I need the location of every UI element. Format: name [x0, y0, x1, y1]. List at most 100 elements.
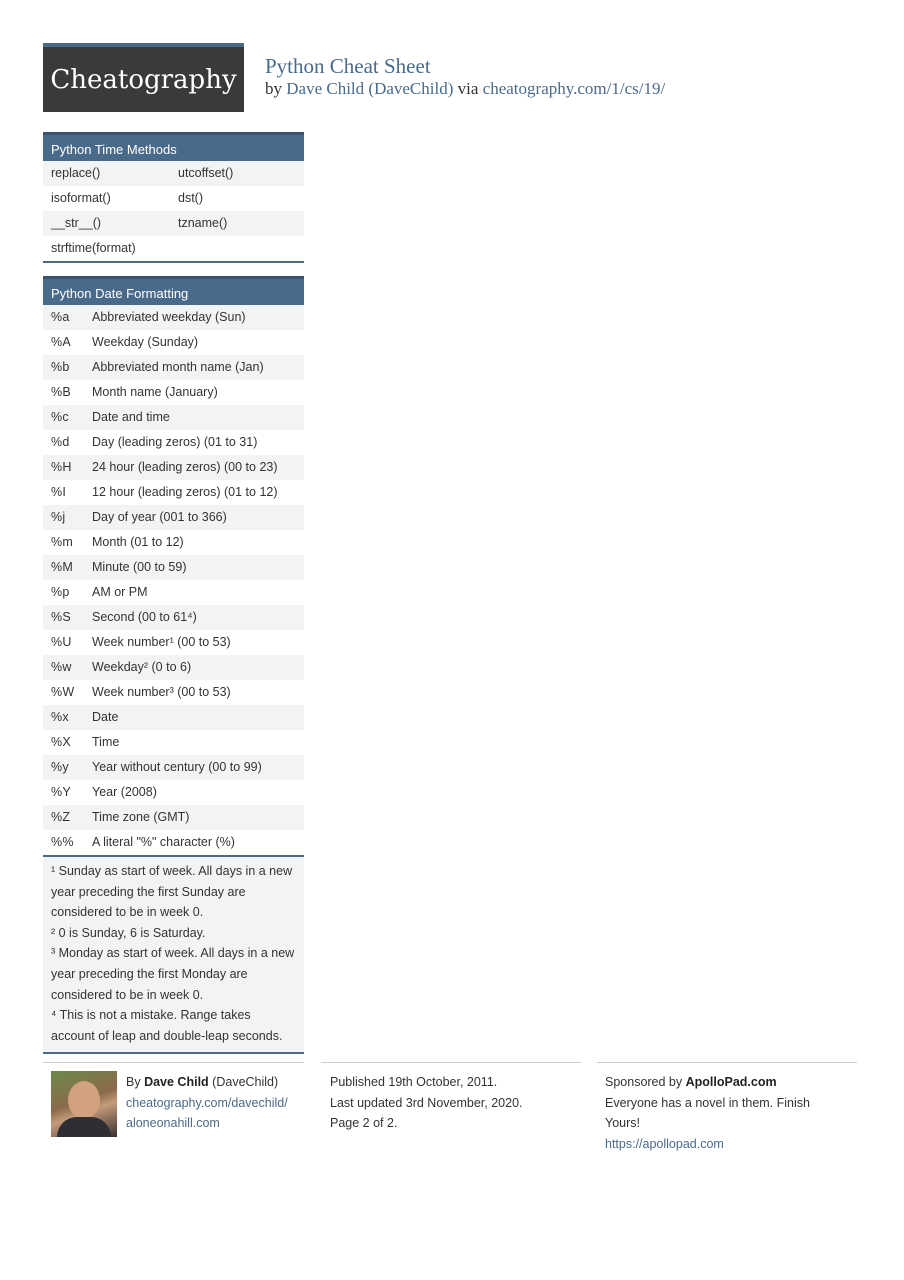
table-cell: isoformat()	[51, 191, 111, 205]
table-cell: strftime(format)	[51, 241, 136, 255]
format-description: Day (leading zeros) (01 to 31)	[92, 435, 258, 449]
format-description: Weekday (Sunday)	[92, 335, 199, 349]
format-code: %Y	[51, 785, 72, 799]
table-row: %B Month name (January)	[43, 380, 304, 405]
format-description: Minute (00 to 59)	[92, 560, 187, 574]
format-code: %p	[51, 585, 70, 599]
author-link[interactable]: Dave Child (DaveChild)	[286, 79, 453, 98]
sponsor-line: Sponsored by ApolloPad.com	[605, 1072, 825, 1093]
format-description: Month name (January)	[92, 385, 218, 399]
format-description: Time zone (GMT)	[92, 810, 190, 824]
sponsor-text: Everyone has a novel in them. Finish You…	[605, 1095, 810, 1131]
table-row: strftime(format)	[43, 236, 304, 261]
table-cell: __str__()	[51, 216, 102, 230]
format-code: %W	[51, 685, 75, 699]
format-code: %d	[51, 435, 70, 449]
format-description: Year (2008)	[92, 785, 157, 799]
format-code: %m	[51, 535, 74, 549]
format-code: %%	[51, 835, 74, 849]
format-code: %B	[51, 385, 72, 399]
footer-dates: Published 19th October, 2011. Last updat…	[330, 1072, 580, 1134]
table-cell: tzname()	[178, 216, 228, 230]
format-code: %X	[51, 735, 72, 749]
format-code: %b	[51, 360, 70, 374]
avatar-shirt	[57, 1117, 111, 1137]
format-code: %A	[51, 335, 72, 349]
format-code: %U	[51, 635, 72, 649]
format-description: 12 hour (leading zeros) (01 to 12)	[92, 485, 278, 499]
published-date: Published 19th October, 2011.	[330, 1075, 498, 1089]
author-line: By Dave Child (DaveChild)	[126, 1072, 306, 1093]
table-row: %d Day (leading zeros) (01 to 31)	[43, 430, 304, 455]
footer-author: By Dave Child (DaveChild) cheatography.c…	[126, 1072, 306, 1134]
format-code: %M	[51, 560, 74, 574]
format-description: Abbreviated weekday (Sun)	[92, 310, 246, 324]
footnote: ⁴ This is not a mistake. Range takes acc…	[51, 1008, 283, 1043]
table-row: %a Abbreviated weekday (Sun)	[43, 305, 304, 330]
format-code: %H	[51, 460, 72, 474]
table-row: %I 12 hour (leading zeros) (01 to 12)	[43, 480, 304, 505]
format-description: AM or PM	[92, 585, 148, 599]
format-description: Week number³ (00 to 53)	[92, 685, 231, 699]
cheatography-logo[interactable]: Cheatography	[43, 43, 244, 112]
table-row: %x Date	[43, 705, 304, 730]
byline-by: by	[265, 79, 282, 98]
footnote: ¹ Sunday as start of week. All days in a…	[51, 864, 293, 920]
date-formatting-box: Python Date Formatting %a Abbreviated wee…	[43, 276, 304, 1055]
footer-divider	[43, 1062, 304, 1063]
author-profile-link[interactable]: cheatography.com/davechild/	[126, 1093, 306, 1114]
sponsor-link[interactable]: https://apollopad.com	[605, 1134, 825, 1155]
sponsor-name[interactable]: ApolloPad.com	[686, 1075, 777, 1089]
format-description: Month (01 to 12)	[92, 535, 184, 549]
format-code: %S	[51, 610, 72, 624]
page-title: Python Cheat Sheet	[265, 54, 431, 78]
author-by: By	[126, 1075, 141, 1089]
sheet-url-link[interactable]: cheatography.com/1/cs/19/	[483, 79, 666, 98]
footnote: ² 0 is Sunday, 6 is Saturday.	[51, 925, 206, 940]
author-website-link[interactable]: aloneonahill.com	[126, 1113, 306, 1134]
table-row: isoformat() dst()	[43, 186, 304, 211]
avatar-face	[68, 1081, 100, 1119]
updated-date: Last updated 3rd November, 2020.	[330, 1095, 523, 1110]
format-description: Date	[92, 710, 119, 724]
format-description: 24 hour (leading zeros) (00 to 23)	[92, 460, 278, 474]
table-row: %w Weekday² (0 to 6)	[43, 655, 304, 680]
date-formatting-table: %a Abbreviated weekday (Sun) %A Weekday (S…	[43, 305, 304, 855]
sponsor-label: Sponsored by	[605, 1075, 683, 1089]
table-row: %b Abbreviated month name (Jan)	[43, 355, 304, 380]
format-code: %x	[51, 710, 69, 724]
author-name: Dave Child	[144, 1075, 209, 1089]
table-row: %X Time	[43, 730, 304, 755]
footer-divider	[321, 1062, 581, 1063]
format-code: %y	[51, 760, 69, 774]
footer-divider	[597, 1062, 857, 1063]
table-row: %c Date and time	[43, 405, 304, 430]
table-cell	[178, 236, 304, 261]
table-row: %U Week number¹ (00 to 53)	[43, 630, 304, 655]
table-row: %H 24 hour (leading zeros) (00 to 23)	[43, 455, 304, 480]
footer-sponsor: Sponsored by ApolloPad.com Everyone has …	[605, 1072, 825, 1154]
time-methods-box: Python Time Methods replace() utcoffset()…	[43, 132, 304, 263]
format-code: %I	[51, 485, 67, 499]
table-row: replace() utcoffset()	[43, 161, 304, 186]
author-avatar[interactable]	[51, 1071, 117, 1137]
table-row: __str__() tzname()	[43, 211, 304, 236]
time-methods-table: replace() utcoffset() isoformat() dst() __…	[43, 161, 304, 263]
format-code: %w	[51, 660, 72, 674]
format-description: Second (00 to 61⁴)	[92, 610, 197, 624]
format-description: Date and time	[92, 410, 170, 424]
footnotes: ¹ Sunday as start of week. All days in a…	[43, 855, 304, 1055]
table-cell: dst()	[178, 191, 203, 205]
table-row: %m Month (01 to 12)	[43, 530, 304, 555]
table-row: %A Weekday (Sunday)	[43, 330, 304, 355]
table-row: %S Second (00 to 61⁴)	[43, 605, 304, 630]
table-row: %% A literal "%" character (%)	[43, 830, 304, 855]
table-row: %M Minute (00 to 59)	[43, 555, 304, 580]
format-code: %c	[51, 410, 69, 424]
footnote: ³ Monday as start of week. All days in a…	[51, 946, 295, 1002]
date-formatting-title: Python Date Formatting	[43, 276, 304, 305]
byline-via: via	[457, 79, 479, 98]
format-description: A literal "%" character (%)	[92, 835, 235, 849]
format-description: Day of year (001 to 366)	[92, 510, 227, 524]
table-row: %Z Time zone (GMT)	[43, 805, 304, 830]
